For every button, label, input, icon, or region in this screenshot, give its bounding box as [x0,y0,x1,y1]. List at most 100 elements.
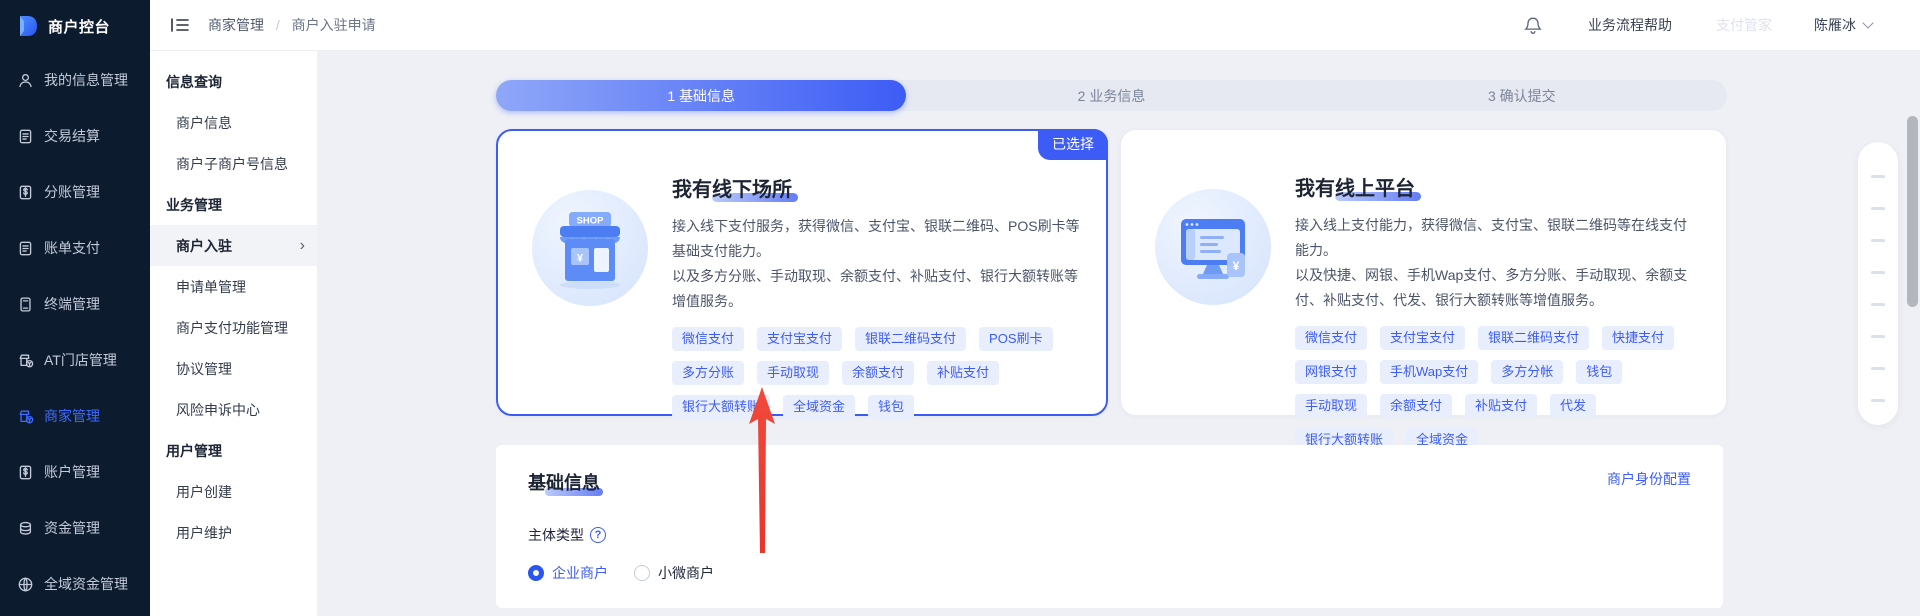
sidebar-item-label: 账单支付 [44,238,100,258]
selected-badge: 已选择 [1038,129,1108,160]
payment-butler-watermark: 支付管家 [1716,15,1772,35]
sidebar-item-9[interactable]: 全域资金管理 [0,556,150,612]
submenu-item-label: 商户入驻 [176,236,232,256]
submenu-item-label: 商户子商户号信息 [176,154,288,174]
step-basic-info[interactable]: 1 基础信息 [496,80,906,111]
card-online-desc: 接入线上支付能力，获得微信、支付宝、银联二维码等在线支付能力。 以及快捷、网银、… [1295,213,1700,313]
subject-type-radio-group: 企业商户 小微商户 [528,563,1691,583]
anchor-dash-1[interactable] [1871,207,1885,210]
sidebar-item-1[interactable]: 交易结算 [0,108,150,164]
funds-icon [17,520,34,537]
capability-tag: 网银支付 [1295,360,1367,384]
process-help-link[interactable]: 业务流程帮助 [1588,15,1672,35]
anchor-dash-4[interactable] [1871,303,1885,306]
sidebar-item-2[interactable]: 分账管理 [0,164,150,220]
chevron-down-icon [1862,17,1873,28]
card-offline-title: 我有线下场所 [672,173,792,202]
sidebar-item-5[interactable]: AT门店管理 [0,332,150,388]
user-name: 陈雁冰 [1814,15,1856,35]
anchor-dash-2[interactable] [1871,239,1885,242]
capability-tag: 微信支付 [1295,326,1367,350]
step-confirm-submit: 3 确认提交 [1317,80,1727,111]
capability-tag: 银联二维码支付 [855,327,966,351]
card-online-inner: ¥ 我有线上平台 接入线上支付能力，获得微信、支付宝、银联二维码等在线支付能力。… [1121,130,1726,452]
header-actions: 业务流程帮助 支付管家 陈雁冰 [1524,15,1920,35]
sidebar-item-4[interactable]: 终端管理 [0,276,150,332]
sidebar-item-7[interactable]: 账户管理 [0,444,150,500]
sidebar-item-label: 资金管理 [44,518,100,538]
sidebar-item-label: 我的信息管理 [44,70,128,90]
merchant-identity-config-link[interactable]: 商户身份配置 [1607,469,1691,489]
capability-tag: 支付宝支付 [1380,326,1465,350]
primary-sidebar: 商户控台 我的信息管理交易结算分账管理账单支付终端管理AT门店管理商家管理账户管… [0,0,150,616]
sidebar-item-0[interactable]: 我的信息管理 [0,52,150,108]
sidebar-item-label: 商家管理 [44,406,100,426]
capability-tag: 补贴支付 [927,361,999,385]
submenu-item-1-3[interactable]: 协议管理 [150,348,317,389]
breadcrumb-parent[interactable]: 商家管理 [208,17,264,33]
radio-micro-merchant[interactable]: 小微商户 [634,563,714,583]
submenu-item-label: 用户创建 [176,482,232,502]
bill-icon [17,128,34,145]
capability-tag: 代发 [1550,394,1596,418]
ledger-icon [17,184,34,201]
sidebar-item-label: 全域资金管理 [44,574,128,594]
user-menu[interactable]: 陈雁冰 [1814,15,1872,35]
top-header: 商家管理 / 商户入驻申请 业务流程帮助 支付管家 陈雁冰 [150,0,1920,51]
anchor-dash-0[interactable] [1871,175,1885,178]
radio-checked-icon [528,565,544,581]
step-business-info: 2 业务信息 [906,80,1316,111]
basic-info-title: 基础信息 [528,469,600,495]
capability-tag: 手动取现 [757,361,829,385]
capability-tag: 补贴支付 [1465,394,1537,418]
radio-unchecked-icon [634,565,650,581]
card-offline-tags: 微信支付支付宝支付银联二维码支付POS刷卡多方分账手动取现余额支付补贴支付银行大… [672,327,1080,419]
svg-text:¥: ¥ [577,253,584,265]
store-icon [17,352,34,369]
sidebar-item-6[interactable]: 商家管理 [0,388,150,444]
submenu-item-1-1[interactable]: 申请单管理 [150,266,317,307]
terminal-icon [17,296,34,313]
card-offline-desc: 接入线下支付服务，获得微信、支付宝、银联二维码、POS刷卡等基础支付能力。 以及… [672,214,1080,314]
radio-enterprise-merchant[interactable]: 企业商户 [528,563,608,583]
card-offline-venue[interactable]: 已选择 SHOP ¥ 我有线下场所 [496,129,1108,416]
submenu-item-2-1[interactable]: 用户维护 [150,512,317,553]
submenu-item-0-1[interactable]: 商户子商户号信息 [150,143,317,184]
capability-tag: 余额支付 [842,361,914,385]
anchor-dash-3[interactable] [1871,271,1885,274]
sidebar-item-3[interactable]: 账单支付 [0,220,150,276]
sidebar-item-label: 分账管理 [44,182,100,202]
submenu-item-2-0[interactable]: 用户创建 [150,471,317,512]
chevron-right-icon: › [300,238,305,254]
submenu-item-0-0[interactable]: 商户信息 [150,102,317,143]
submenu-item-label: 协议管理 [176,359,232,379]
svg-text:SHOP: SHOP [577,216,605,227]
bell-icon[interactable] [1524,16,1542,35]
card-offline-body: 我有线下场所 接入线下支付服务，获得微信、支付宝、银联二维码、POS刷卡等基础支… [672,159,1080,419]
question-icon[interactable]: ? [590,527,606,543]
card-online-platform[interactable]: ¥ 我有线上平台 接入线上支付能力，获得微信、支付宝、银联二维码等在线支付能力。… [1120,129,1727,416]
red-annotation-arrow [742,385,782,557]
monitor-icon: ¥ [1155,189,1271,305]
breadcrumb-current: 商户入驻申请 [292,17,376,33]
sidebar-item-label: 账户管理 [44,462,100,482]
submenu-item-1-0[interactable]: 商户入驻 › [150,225,317,266]
submenu-item-1-4[interactable]: 风险申诉中心 [150,389,317,430]
card-online-body: 我有线上平台 接入线上支付能力，获得微信、支付宝、银联二维码等在线支付能力。 以… [1295,158,1700,452]
anchor-dash-7[interactable] [1871,399,1885,402]
submenu-item-label: 用户维护 [176,523,232,543]
sidebar-item-8[interactable]: 资金管理 [0,500,150,556]
user-icon [17,72,34,89]
capability-tag: 手动取现 [1295,394,1367,418]
merchant-console-page: 商户控台 我的信息管理交易结算分账管理账单支付终端管理AT门店管理商家管理账户管… [0,0,1920,616]
menu-collapse-icon[interactable] [170,17,190,33]
capability-tag: 快捷支付 [1602,326,1674,350]
anchor-dash-5[interactable] [1871,335,1885,338]
capability-tag: 多方分帐 [1491,360,1563,384]
anchor-dash-6[interactable] [1871,367,1885,370]
submenu-item-1-2[interactable]: 商户支付功能管理 [150,307,317,348]
vertical-scrollbar[interactable] [1907,116,1918,307]
capability-tag: 全域资金 [783,395,855,419]
submenu-group-title-2: 用户管理 [150,430,317,471]
card-online-title: 我有线上平台 [1295,172,1415,201]
